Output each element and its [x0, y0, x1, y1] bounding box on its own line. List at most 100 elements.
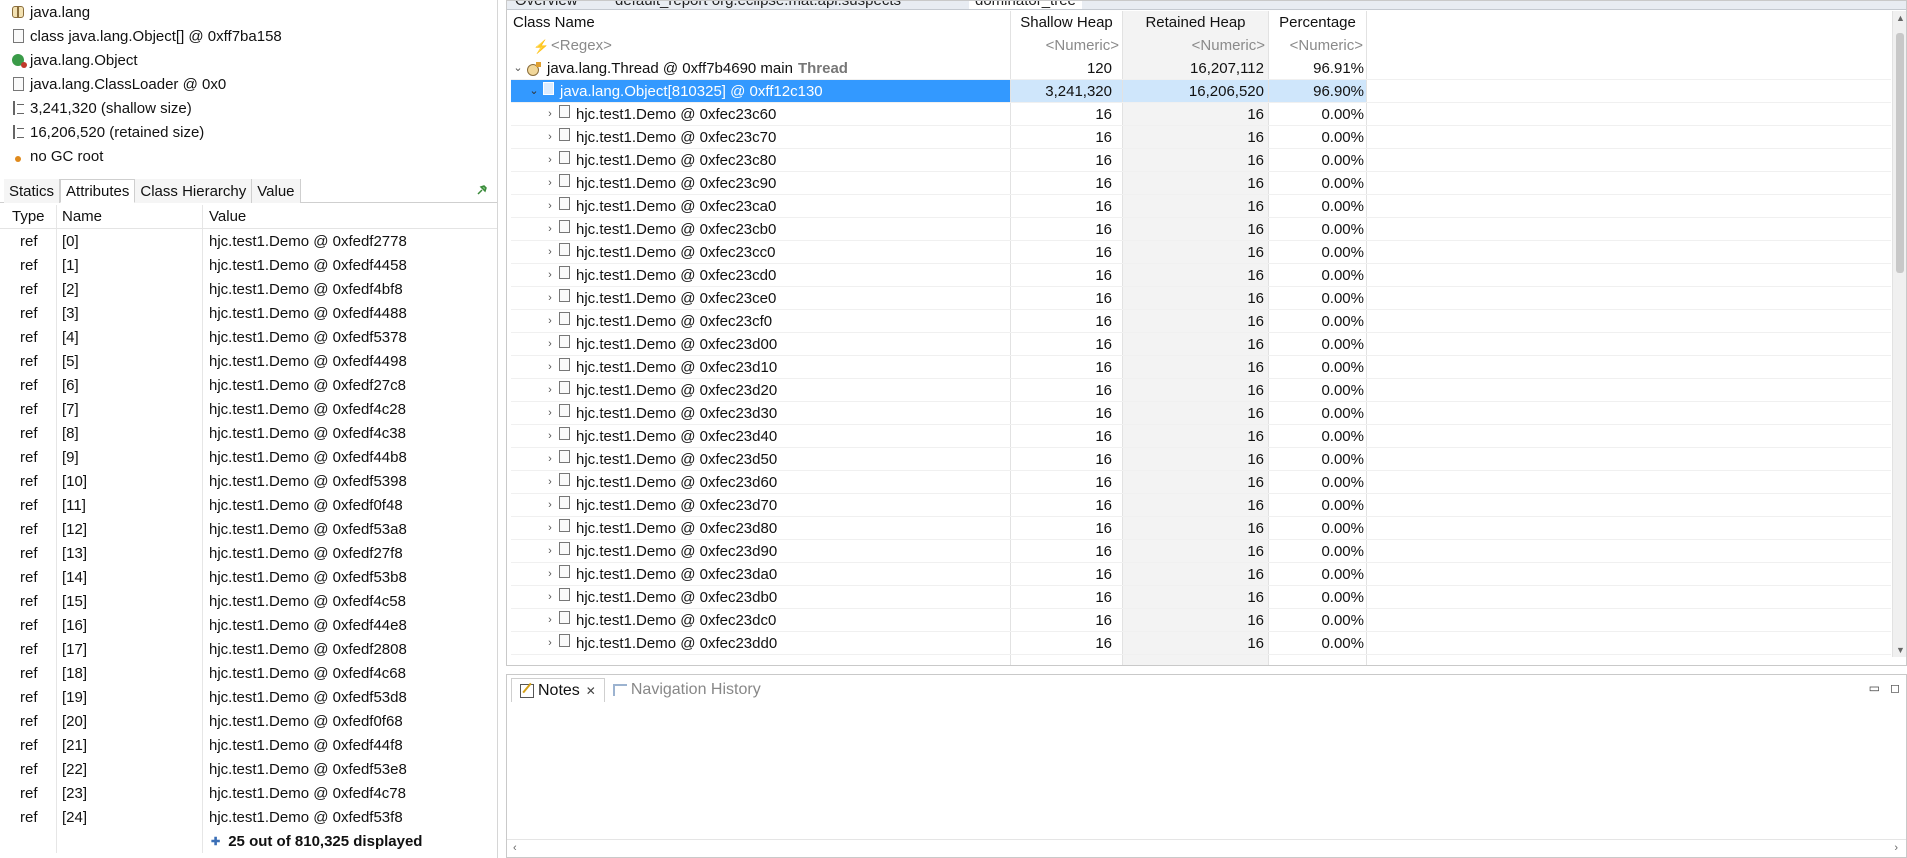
table-row[interactable]: ref [22] hjc.test1.Demo @ 0xfedf53e8 [0, 757, 497, 781]
table-row[interactable]: ref [21] hjc.test1.Demo @ 0xfedf44f8 [0, 733, 497, 757]
tab-dominator-tree[interactable]: dominator_tree [969, 1, 1082, 9]
retained-filter[interactable]: <Numeric> [1123, 34, 1269, 57]
table-row[interactable]: ref [13] hjc.test1.Demo @ 0xfedf27f8 [0, 541, 497, 565]
table-row[interactable]: ref [15] hjc.test1.Demo @ 0xfedf4c58 [0, 589, 497, 613]
scroll-down-icon[interactable]: ▼ [1896, 645, 1905, 655]
chevron-right-icon[interactable]: › [545, 270, 555, 281]
chevron-right-icon[interactable]: › [545, 500, 555, 511]
tab-class-hierarchy[interactable]: Class Hierarchy [135, 179, 253, 203]
scroll-left-icon[interactable]: ‹ [513, 842, 517, 854]
tree-row[interactable]: › hjc.test1.Demo @ 0xfec23c90 16 16 0.00% [511, 172, 1891, 195]
tree-row[interactable]: › hjc.test1.Demo @ 0xfec23cc0 16 16 0.00% [511, 241, 1891, 264]
chevron-right-icon[interactable]: › [545, 224, 555, 235]
table-row[interactable]: ref [7] hjc.test1.Demo @ 0xfedf4c28 [0, 397, 497, 421]
tree-row[interactable]: › hjc.test1.Demo @ 0xfec23cb0 16 16 0.00% [511, 218, 1891, 241]
chevron-right-icon[interactable]: › [545, 615, 555, 626]
tree-row[interactable]: › hjc.test1.Demo @ 0xfec23d20 16 16 0.00% [511, 379, 1891, 402]
chevron-right-icon[interactable]: › [545, 477, 555, 488]
table-row[interactable]: ref [20] hjc.test1.Demo @ 0xfedf0f68 [0, 709, 497, 733]
shallow-filter[interactable]: <Numeric> [1011, 34, 1123, 57]
chevron-right-icon[interactable]: › [545, 109, 555, 120]
tree-row[interactable]: › hjc.test1.Demo @ 0xfec23da0 16 16 0.00% [511, 563, 1891, 586]
vertical-scrollbar[interactable]: ▲ ▼ [1892, 11, 1906, 657]
table-row[interactable]: ref [11] hjc.test1.Demo @ 0xfedf0f48 [0, 493, 497, 517]
tree-row[interactable]: › hjc.test1.Demo @ 0xfec23c80 16 16 0.00% [511, 149, 1891, 172]
tree-row[interactable]: › hjc.test1.Demo @ 0xfec23c70 16 16 0.00% [511, 126, 1891, 149]
table-row[interactable]: ref [18] hjc.test1.Demo @ 0xfedf4c68 [0, 661, 497, 685]
tree-row[interactable]: › hjc.test1.Demo @ 0xfec23d70 16 16 0.00% [511, 494, 1891, 517]
expand-more-icon[interactable]: ✚ [211, 835, 220, 848]
table-row[interactable]: ref [17] hjc.test1.Demo @ 0xfedf2808 [0, 637, 497, 661]
tab-value[interactable]: Value [252, 179, 301, 203]
chevron-right-icon[interactable]: › [545, 569, 555, 580]
scroll-right-icon[interactable]: › [1894, 842, 1898, 854]
table-row[interactable]: ref [0] hjc.test1.Demo @ 0xfedf2778 [0, 229, 497, 253]
table-row[interactable]: ref [10] hjc.test1.Demo @ 0xfedf5398 [0, 469, 497, 493]
tab-overview[interactable]: Overview [515, 1, 578, 9]
table-row[interactable]: ref [16] hjc.test1.Demo @ 0xfedf44e8 [0, 613, 497, 637]
chevron-down-icon[interactable]: ⌄ [529, 86, 539, 97]
tree-row[interactable]: › hjc.test1.Demo @ 0xfec23dd0 16 16 0.00% [511, 632, 1891, 655]
tree-row[interactable]: › hjc.test1.Demo @ 0xfec23dc0 16 16 0.00% [511, 609, 1891, 632]
chevron-right-icon[interactable]: › [545, 155, 555, 166]
column-shallow-heap[interactable]: Shallow Heap [1011, 11, 1123, 34]
chevron-right-icon[interactable]: › [545, 592, 555, 603]
chevron-right-icon[interactable]: › [545, 247, 555, 258]
table-row[interactable]: ref [8] hjc.test1.Demo @ 0xfedf4c38 [0, 421, 497, 445]
pin-icon[interactable] [476, 184, 488, 196]
tree-row[interactable]: › hjc.test1.Demo @ 0xfec23d40 16 16 0.00% [511, 425, 1891, 448]
chevron-right-icon[interactable]: › [545, 408, 555, 419]
percentage-filter[interactable]: <Numeric> [1269, 34, 1367, 57]
column-value[interactable]: Value [203, 205, 497, 228]
table-row[interactable]: ref [3] hjc.test1.Demo @ 0xfedf4488 [0, 301, 497, 325]
column-percentage[interactable]: Percentage [1269, 11, 1367, 34]
chevron-right-icon[interactable]: › [545, 362, 555, 373]
table-row[interactable]: ref [6] hjc.test1.Demo @ 0xfedf27c8 [0, 373, 497, 397]
column-name[interactable]: Name [57, 205, 203, 228]
column-class-name[interactable]: Class Name [511, 11, 1011, 34]
tree-row-thread[interactable]: ⌄ java.lang.Thread @ 0xff7b4690 main Thr… [511, 57, 1891, 80]
tab-statics[interactable]: Statics [4, 179, 61, 203]
tree-row[interactable]: › hjc.test1.Demo @ 0xfec23ce0 16 16 0.00% [511, 287, 1891, 310]
table-row[interactable]: ref [12] hjc.test1.Demo @ 0xfedf53a8 [0, 517, 497, 541]
tree-row[interactable]: › hjc.test1.Demo @ 0xfec23db0 16 16 0.00% [511, 586, 1891, 609]
tree-row[interactable]: › hjc.test1.Demo @ 0xfec23cf0 16 16 0.00% [511, 310, 1891, 333]
scrollbar-thumb[interactable] [1896, 33, 1904, 273]
maximize-icon[interactable]: ◻ [1890, 681, 1900, 695]
column-retained-heap[interactable]: Retained Heap [1123, 11, 1269, 34]
tab-notes[interactable]: Notes ✕ [511, 678, 605, 702]
tree-row[interactable]: › hjc.test1.Demo @ 0xfec23d60 16 16 0.00% [511, 471, 1891, 494]
table-row[interactable]: ref [1] hjc.test1.Demo @ 0xfedf4458 [0, 253, 497, 277]
column-type[interactable]: Type [0, 205, 57, 228]
chevron-right-icon[interactable]: › [545, 546, 555, 557]
close-icon[interactable]: ✕ [586, 684, 596, 698]
table-row[interactable]: ref [24] hjc.test1.Demo @ 0xfedf53f8 [0, 805, 497, 829]
chevron-right-icon[interactable]: › [545, 339, 555, 350]
chevron-right-icon[interactable]: › [545, 385, 555, 396]
more-results-row[interactable]: ✚ 25 out of 810,325 displayed [0, 829, 497, 853]
tab-default-report[interactable]: default_report org.eclipse.mat.api:suspe… [615, 1, 901, 9]
chevron-right-icon[interactable]: › [545, 523, 555, 534]
tree-row[interactable]: › hjc.test1.Demo @ 0xfec23ca0 16 16 0.00% [511, 195, 1891, 218]
table-row[interactable]: ref [2] hjc.test1.Demo @ 0xfedf4bf8 [0, 277, 497, 301]
scroll-up-icon[interactable]: ▲ [1896, 13, 1905, 23]
chevron-down-icon[interactable]: ⌄ [513, 63, 523, 74]
table-row[interactable]: ref [19] hjc.test1.Demo @ 0xfedf53d8 [0, 685, 497, 709]
tree-row[interactable]: › hjc.test1.Demo @ 0xfec23d30 16 16 0.00% [511, 402, 1891, 425]
chevron-right-icon[interactable]: › [545, 293, 555, 304]
tree-row[interactable]: › hjc.test1.Demo @ 0xfec23d00 16 16 0.00% [511, 333, 1891, 356]
tree-row[interactable]: › hjc.test1.Demo @ 0xfec23cd0 16 16 0.00% [511, 264, 1891, 287]
tree-row-selected-array[interactable]: ⌄ java.lang.Object[810325] @ 0xff12c130 … [511, 80, 1891, 103]
tab-navigation-history[interactable]: Navigation History [605, 678, 769, 702]
table-row[interactable]: ref [23] hjc.test1.Demo @ 0xfedf4c78 [0, 781, 497, 805]
tab-attributes[interactable]: Attributes [60, 179, 136, 203]
table-row[interactable]: ref [5] hjc.test1.Demo @ 0xfedf4498 [0, 349, 497, 373]
chevron-right-icon[interactable]: › [545, 178, 555, 189]
chevron-right-icon[interactable]: › [545, 638, 555, 649]
table-row[interactable]: ref [4] hjc.test1.Demo @ 0xfedf5378 [0, 325, 497, 349]
minimize-icon[interactable]: ▭ [1869, 681, 1880, 695]
table-row[interactable]: ref [9] hjc.test1.Demo @ 0xfedf44b8 [0, 445, 497, 469]
chevron-right-icon[interactable]: › [545, 316, 555, 327]
chevron-right-icon[interactable]: › [545, 132, 555, 143]
chevron-right-icon[interactable]: › [545, 201, 555, 212]
